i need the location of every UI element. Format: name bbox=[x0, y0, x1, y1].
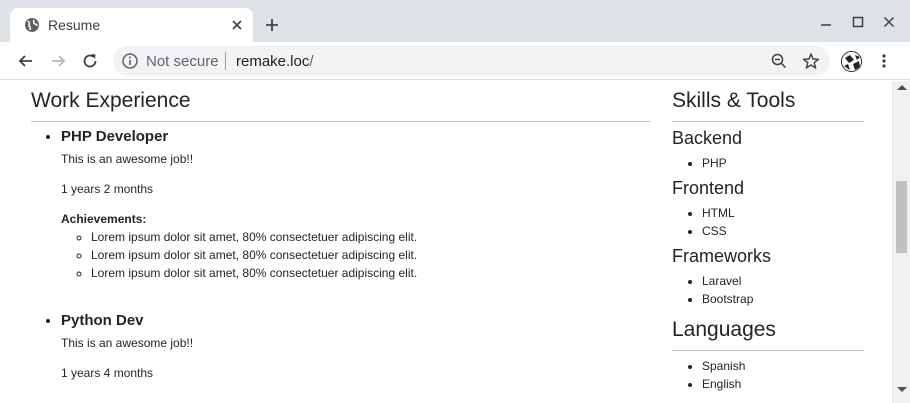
profile-avatar-icon[interactable] bbox=[841, 51, 862, 72]
close-tab-icon[interactable] bbox=[228, 16, 246, 34]
back-arrow-icon[interactable] bbox=[16, 51, 36, 71]
url-text[interactable]: remake.loc/ bbox=[236, 53, 314, 70]
menu-kebab-icon[interactable] bbox=[875, 52, 893, 70]
skills-section: Skills & Tools Backend PHP Frontend HTML… bbox=[672, 89, 864, 393]
job-description: This is an awesome job!! bbox=[61, 336, 194, 350]
browser-toolbar: Not secure remake.loc/ bbox=[0, 42, 910, 80]
globe-icon bbox=[25, 18, 39, 32]
url-host: remake.loc bbox=[236, 53, 310, 70]
language-item: Spanish bbox=[702, 357, 864, 375]
scroll-down-arrow-icon[interactable] bbox=[897, 387, 907, 392]
reload-icon[interactable] bbox=[80, 51, 100, 71]
tab-strip: Resume bbox=[0, 0, 910, 42]
skill-item: HTML bbox=[702, 204, 864, 222]
achievements-list: Lorem ipsum dolor sit amet, 80% consecte… bbox=[91, 228, 650, 282]
page-scrollbar[interactable] bbox=[892, 81, 910, 403]
minimize-icon[interactable] bbox=[817, 13, 835, 31]
tab-resume[interactable]: Resume bbox=[10, 8, 253, 42]
job-duration: 1 years 2 months bbox=[61, 182, 154, 196]
languages-heading: Languages bbox=[672, 318, 864, 351]
achievement-item: Lorem ipsum dolor sit amet, 80% consecte… bbox=[91, 246, 650, 264]
achievement-item: Lorem ipsum dolor sit amet, 80% consecte… bbox=[91, 228, 650, 246]
skill-item: PHP bbox=[702, 154, 864, 172]
job-list: PHP Developer This is an awesome job!! 1… bbox=[61, 128, 650, 380]
achievements-label: Achievements: bbox=[61, 212, 147, 226]
tab-title: Resume bbox=[48, 17, 101, 33]
url-path: / bbox=[309, 53, 314, 70]
zoom-out-icon[interactable] bbox=[770, 52, 788, 70]
job-title: PHP Developer bbox=[61, 128, 169, 145]
job-description: This is an awesome job!! bbox=[61, 152, 194, 166]
address-separator bbox=[225, 52, 226, 70]
job-title: Python Dev bbox=[61, 312, 144, 329]
bookmark-star-icon[interactable] bbox=[802, 52, 820, 70]
scroll-up-arrow-icon[interactable] bbox=[897, 85, 907, 90]
work-experience-heading: Work Experience bbox=[31, 89, 650, 122]
maximize-icon[interactable] bbox=[849, 13, 867, 31]
info-icon[interactable] bbox=[121, 52, 139, 70]
new-tab-icon[interactable] bbox=[262, 15, 282, 35]
job-item: Python Dev This is an awesome job!! 1 ye… bbox=[61, 312, 650, 380]
skill-group-title: Frameworks bbox=[672, 246, 772, 266]
avatar-image bbox=[842, 52, 861, 71]
skill-item: CSS bbox=[702, 222, 864, 240]
language-item: English bbox=[702, 375, 864, 393]
skill-item: Bootstrap bbox=[702, 290, 864, 308]
skill-list: PHP bbox=[702, 154, 864, 172]
forward-arrow-icon[interactable] bbox=[48, 51, 68, 71]
close-window-icon[interactable] bbox=[880, 13, 898, 31]
skill-list: Laravel Bootstrap bbox=[702, 272, 864, 308]
skills-heading: Skills & Tools bbox=[672, 89, 864, 122]
language-list: Spanish English bbox=[702, 357, 864, 393]
skill-group-title: Backend bbox=[672, 128, 743, 148]
security-label[interactable]: Not secure bbox=[146, 53, 219, 70]
address-bar[interactable]: Not secure remake.loc/ bbox=[113, 46, 830, 76]
job-item: PHP Developer This is an awesome job!! 1… bbox=[61, 128, 650, 282]
work-experience-section: Work Experience PHP Developer This is an… bbox=[31, 89, 650, 403]
achievement-item: Lorem ipsum dolor sit amet, 80% consecte… bbox=[91, 264, 650, 282]
skill-item: Laravel bbox=[702, 272, 864, 290]
scrollbar-thumb[interactable] bbox=[896, 181, 907, 253]
job-duration: 1 years 4 months bbox=[61, 366, 154, 380]
page-viewport: Work Experience PHP Developer This is an… bbox=[0, 81, 892, 403]
skill-list: HTML CSS bbox=[702, 204, 864, 240]
skill-group-title: Frontend bbox=[672, 178, 745, 198]
